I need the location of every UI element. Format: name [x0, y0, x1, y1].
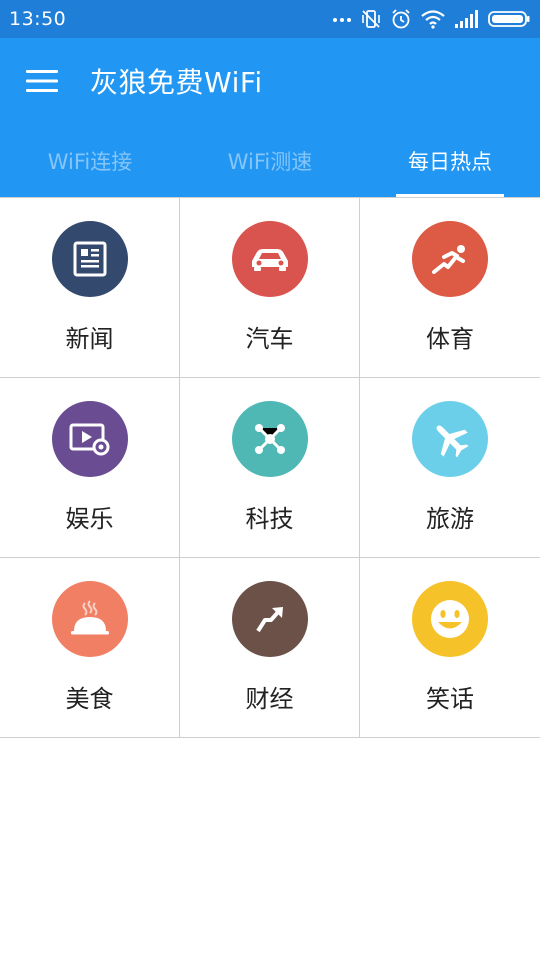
battery-icon: [488, 11, 530, 27]
category-entertainment[interactable]: 娱乐: [0, 378, 180, 558]
category-label: 旅游: [426, 505, 474, 533]
alarm-icon: [392, 9, 410, 29]
category-label: 新闻: [65, 325, 114, 353]
runner-icon: [412, 221, 488, 297]
app-title: 灰狼免费WiFi: [90, 66, 263, 99]
wifi-icon: [421, 10, 445, 29]
status-time: 13:50: [9, 8, 67, 30]
category-car[interactable]: 汽车: [180, 198, 360, 378]
category-travel[interactable]: 旅游: [360, 378, 540, 558]
airplane-icon: [412, 401, 488, 477]
hamburger-icon: [26, 70, 58, 92]
category-food[interactable]: 美食: [0, 558, 180, 738]
video-icon: [51, 401, 128, 477]
signal-icon: [455, 10, 478, 28]
menu-button[interactable]: [21, 60, 63, 102]
category-sports[interactable]: 体育: [360, 198, 540, 378]
tab-label: 每日热点: [408, 150, 492, 174]
category-grid: 新闻 汽车 体育 娱乐 科技 旅游 美食 财经 笑话: [0, 197, 540, 738]
tab-bar: WiFi连接 WiFi测速 每日热点: [0, 124, 540, 198]
smiley-icon: [412, 581, 488, 657]
category-label: 美食: [65, 685, 114, 713]
car-icon: [231, 221, 308, 297]
status-bar: 13:50: [0, 0, 540, 38]
category-label: 科技: [245, 505, 294, 533]
category-finance[interactable]: 财经: [180, 558, 360, 738]
tab-daily-hot[interactable]: 每日热点: [360, 124, 540, 198]
app-bar: 灰狼免费WiFi: [0, 38, 540, 124]
category-label: 笑话: [426, 685, 474, 713]
category-label: 体育: [426, 325, 474, 353]
category-jokes[interactable]: 笑话: [360, 558, 540, 738]
category-label: 汽车: [245, 325, 294, 353]
tab-label: WiFi连接: [47, 150, 133, 174]
category-tech[interactable]: 科技: [180, 378, 360, 558]
dots-icon: [333, 18, 351, 22]
newspaper-icon: [51, 221, 128, 297]
food-cloche-icon: [51, 581, 128, 657]
tab-label: WiFi测速: [227, 150, 313, 174]
molecule-icon: [231, 401, 308, 477]
trend-arrow-icon: [231, 581, 308, 657]
category-label: 财经: [245, 685, 294, 713]
category-news[interactable]: 新闻: [0, 198, 180, 378]
tab-wifi-connect[interactable]: WiFi连接: [0, 124, 180, 198]
category-label: 娱乐: [65, 505, 114, 533]
vibrate-off-icon: [362, 10, 380, 28]
status-icons: [332, 8, 530, 30]
tab-wifi-speedtest[interactable]: WiFi测速: [180, 124, 360, 198]
